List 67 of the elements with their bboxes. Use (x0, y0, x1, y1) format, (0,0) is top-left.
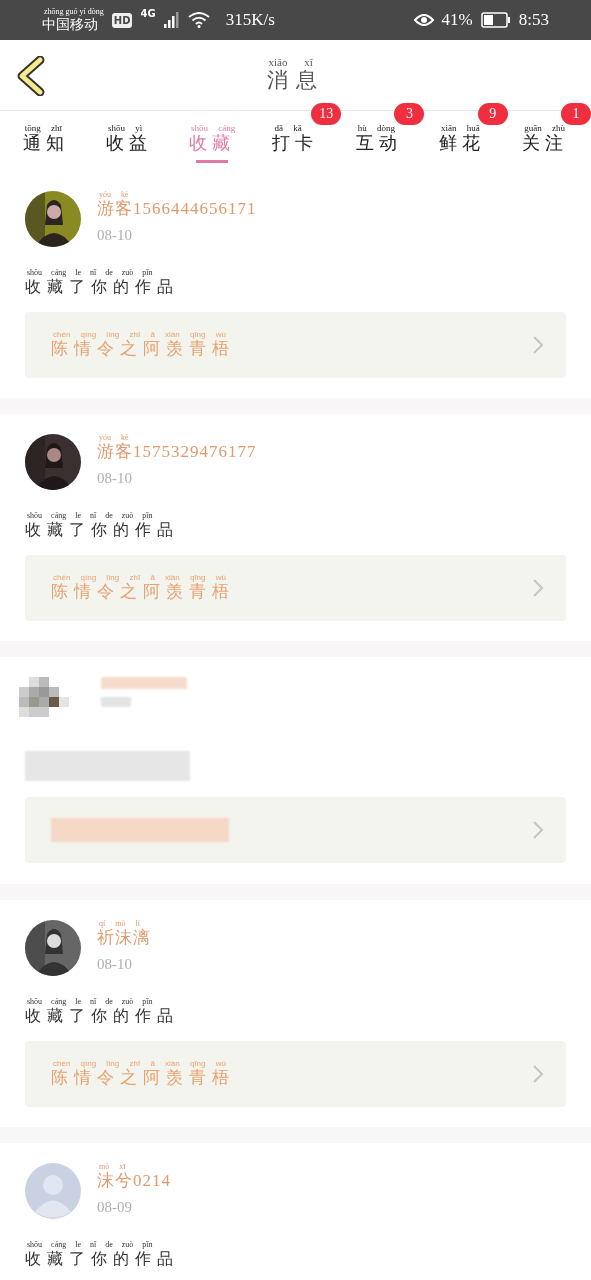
message-text-pinyin: shōu cáng le nǐ de zuò pǐn (26, 998, 153, 1006)
signal-icon (163, 12, 180, 28)
user-name-pinyin: yóu kè (98, 434, 129, 442)
user-name: 游客1575329476177 (97, 443, 257, 462)
hd-badge: HD (111, 12, 133, 28)
clock-time: 8:53 (518, 10, 549, 30)
blurred-date (101, 697, 131, 707)
message-text: 收藏了你的作品 (25, 521, 179, 539)
tab-label-pinyin: xiān huā (440, 124, 480, 133)
user-name-pinyin: yóu kè (98, 191, 129, 199)
user-name-pinyin: mò xī (98, 1163, 126, 1171)
tab-label: 鲜花 (439, 134, 486, 154)
message-date: 08-10 (97, 955, 133, 973)
battery-percent: 41% (441, 10, 473, 30)
tab-label: 打卡 (272, 134, 319, 154)
carrier-name-pinyin: zhōng guó yí dòng (43, 7, 104, 16)
battery-icon (480, 12, 511, 28)
chevron-right-icon (532, 334, 544, 355)
network-speed: 315K/s (225, 10, 275, 30)
user-name: 沫兮0214 (97, 1172, 171, 1191)
eye-icon (413, 13, 434, 27)
message-text: 收藏了你的作品 (25, 278, 179, 296)
tab-label-pinyin: shōu cáng (190, 124, 236, 133)
tab-label: 通知 (22, 134, 69, 154)
wifi-icon (187, 12, 210, 28)
message-text-pinyin: shōu cáng le nǐ de zuò pǐn (26, 269, 153, 277)
back-chevron-icon (16, 56, 46, 96)
carrier-name: 中国移动 (42, 16, 98, 33)
message-text-pinyin: shōu cáng le nǐ de zuò pǐn (26, 1241, 153, 1249)
default-avatar-icon (25, 1163, 81, 1219)
unread-count: 13 (311, 103, 342, 125)
tab-label-pinyin: tōng zhī (23, 124, 62, 133)
selected-underline (196, 159, 229, 163)
unread-count: 3 (394, 103, 425, 125)
message-date: 08-09 (97, 1198, 133, 1216)
chevron-right-icon (532, 577, 544, 598)
unread-count: 1 (561, 103, 591, 125)
tab-label-pinyin: guān zhù (524, 124, 566, 133)
message-text: 收藏了你的作品 (25, 1250, 179, 1268)
page-title: 消息 (266, 69, 325, 93)
chevron-right-icon (532, 1063, 544, 1084)
page-title-pinyin: xiāo xī (267, 57, 313, 69)
work-title-pinyin: chén qíng lìng zhī ā xiàn qīng wú (52, 330, 226, 339)
work-title-pinyin: chén qíng lìng zhī ā xiàn qīng wú (52, 573, 226, 582)
user-name: 祈沫漓 (97, 929, 151, 948)
work-title: 陈情令之阿羡青梧 (51, 1068, 235, 1088)
tab-label: 收益 (105, 134, 152, 154)
work-title-pinyin: chén qíng lìng zhī ā xiàn qīng wú (52, 1059, 226, 1068)
message-date: 08-10 (97, 226, 133, 244)
user-name: 游客1566444656171 (97, 200, 257, 219)
tab-label-pinyin: dǎ kǎ (273, 124, 302, 133)
network-type: 4G (140, 8, 156, 19)
tab-label: 互动 (355, 134, 402, 154)
user-name-pinyin: qí mò lí (99, 920, 140, 928)
tab-label: 收藏 (189, 134, 236, 154)
work-title: 陈情令之阿羡青梧 (51, 582, 235, 602)
message-text: 收藏了你的作品 (25, 1007, 179, 1025)
unread-count: 9 (477, 103, 508, 125)
tab-label: 关注 (522, 134, 569, 154)
message-date: 08-10 (97, 469, 133, 487)
chevron-right-icon (532, 820, 544, 840)
category-tab[interactable]: tōng zhī 通知 (22, 111, 69, 171)
work-title: 陈情令之阿羡青梧 (51, 339, 235, 359)
tab-label-pinyin: hù dòng (356, 124, 396, 133)
tab-label-pinyin: shōu yì (106, 124, 143, 133)
message-text-pinyin: shōu cáng le nǐ de zuò pǐn (26, 512, 153, 520)
category-tab[interactable]: shōu yì 收益 (105, 111, 152, 171)
